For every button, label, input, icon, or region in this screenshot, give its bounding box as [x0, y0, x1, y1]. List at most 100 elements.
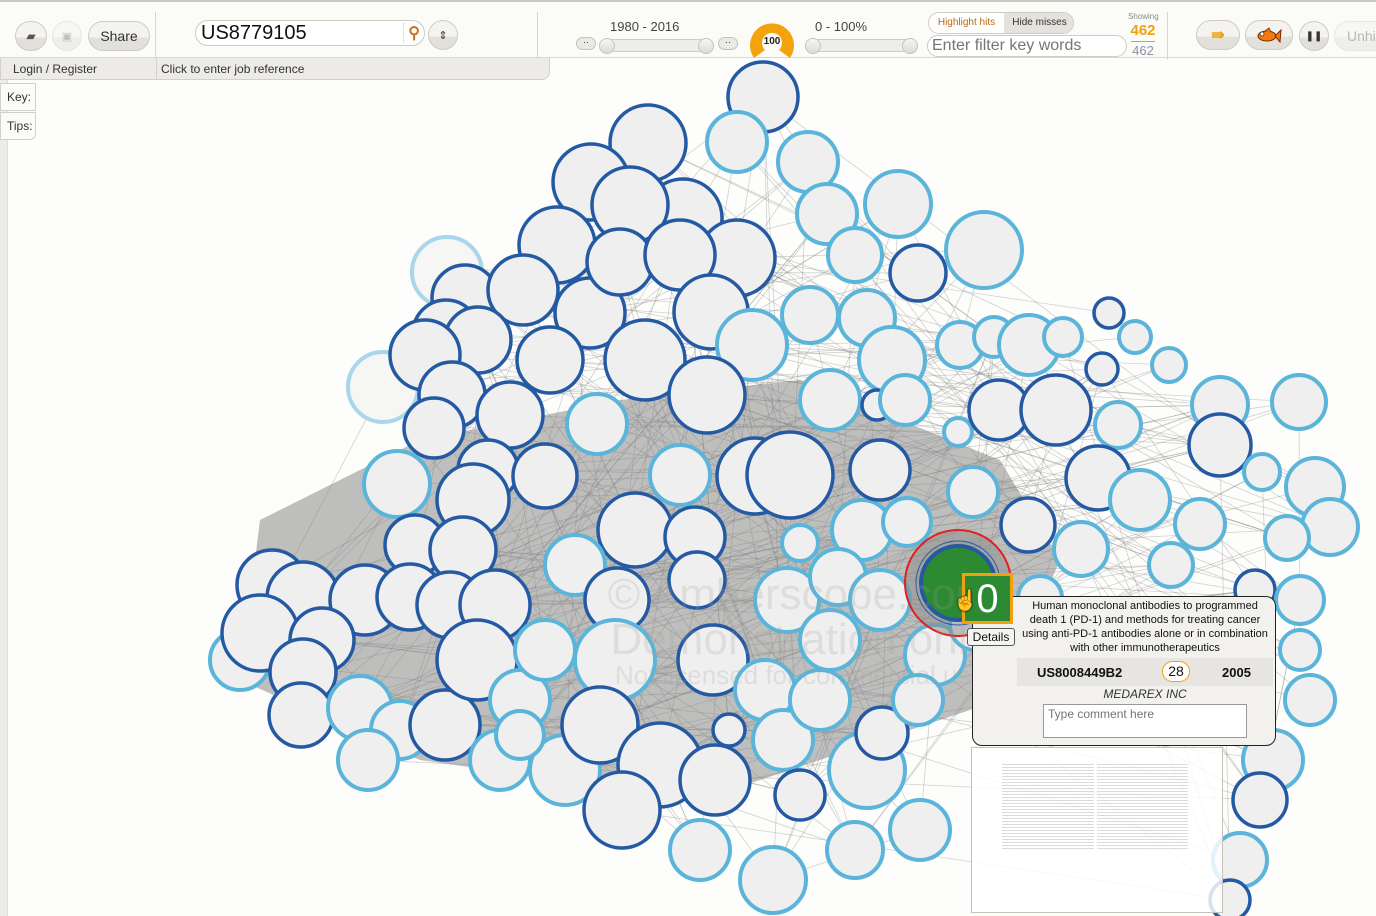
relevance-max-handle[interactable] [902, 38, 918, 54]
patent-node[interactable] [705, 110, 769, 174]
patent-node[interactable] [788, 668, 852, 732]
patent-node[interactable] [891, 673, 945, 727]
date-step-right-button[interactable]: ·· [718, 37, 738, 50]
patent-node[interactable] [1093, 400, 1143, 450]
date-step-left-button[interactable]: ·· [576, 37, 596, 50]
filter-mode-toggle: Highlight hits Hide misses [928, 12, 1074, 34]
patent-node[interactable] [1042, 316, 1084, 358]
patent-node[interactable] [1084, 351, 1120, 387]
tips-tab[interactable]: Tips: [0, 112, 36, 140]
patent-node[interactable] [848, 568, 912, 632]
patent-node[interactable] [944, 210, 1024, 290]
patent-node[interactable] [402, 396, 466, 460]
patent-node[interactable] [667, 355, 747, 435]
patent-node[interactable] [582, 770, 662, 850]
patent-node[interactable] [863, 169, 933, 239]
patent-node[interactable] [888, 243, 948, 303]
patent-node[interactable] [1263, 514, 1311, 562]
patent-node[interactable] [1092, 296, 1126, 330]
patent-node[interactable] [825, 820, 885, 880]
patent-node[interactable] [798, 608, 862, 672]
relevance-min-handle[interactable] [805, 38, 821, 54]
patent-node[interactable] [515, 325, 585, 395]
patent-node[interactable] [678, 743, 752, 817]
date-range-slider[interactable] [601, 39, 713, 52]
import-button[interactable]: ⇛ [1196, 20, 1240, 50]
patent-node[interactable] [1231, 771, 1289, 829]
key-tab[interactable]: Key: [0, 83, 36, 111]
patent-node[interactable] [881, 496, 933, 548]
relevance-slider[interactable] [808, 39, 916, 52]
patent-node[interactable] [1300, 497, 1360, 557]
pause-button[interactable]: ❚❚ [1299, 21, 1329, 51]
details-button[interactable]: Details [967, 628, 1015, 646]
save-button[interactable]: ▣ [52, 21, 82, 51]
patent-node[interactable] [1173, 497, 1227, 551]
patent-node[interactable] [1270, 373, 1328, 431]
patent-node[interactable] [711, 712, 747, 748]
highlight-hits-option[interactable]: Highlight hits [929, 13, 1004, 33]
document-preview-thumbnail[interactable] [971, 747, 1223, 913]
patent-node[interactable] [946, 465, 1000, 519]
patent-node[interactable] [745, 430, 835, 520]
patent-node[interactable] [780, 285, 840, 345]
folder-open-icon: ▰ [26, 29, 36, 43]
patent-node[interactable] [475, 380, 545, 450]
patent-node[interactable] [667, 550, 727, 610]
patent-node[interactable] [565, 392, 629, 456]
login-register-link[interactable]: Login / Register [13, 62, 97, 76]
patent-node[interactable] [596, 491, 674, 569]
open-button[interactable]: ▰ [15, 21, 47, 51]
patent-title: Human monoclonal antibodies to programme… [1022, 600, 1268, 654]
patent-node[interactable] [1283, 673, 1337, 727]
patent-node[interactable] [1117, 319, 1153, 355]
comment-input[interactable] [1043, 704, 1247, 738]
patent-node[interactable] [773, 768, 827, 822]
search-icon[interactable]: ⚲ [403, 23, 420, 43]
patent-node[interactable] [780, 523, 820, 563]
patent-node[interactable] [336, 728, 400, 792]
patent-node[interactable] [1150, 346, 1188, 384]
count-divider [1131, 41, 1155, 42]
date-range-min-handle[interactable] [599, 38, 615, 54]
patent-node[interactable] [848, 438, 912, 502]
job-reference-field[interactable]: Click to enter job reference [161, 62, 304, 76]
share-button[interactable]: Share [88, 21, 150, 51]
unhide-button[interactable]: Unhide [1334, 21, 1376, 51]
patent-node[interactable] [999, 496, 1057, 554]
patent-node[interactable] [888, 798, 952, 862]
hide-misses-option[interactable]: Hide misses [1004, 13, 1073, 33]
toolbar-divider [155, 12, 156, 60]
patent-node[interactable] [362, 449, 432, 519]
patent-node[interactable] [511, 442, 579, 510]
patent-node[interactable] [668, 818, 732, 882]
patent-search-input[interactable] [196, 21, 397, 45]
search-options-toggle[interactable]: ⇕ [428, 20, 458, 50]
patent-node[interactable] [1278, 628, 1322, 672]
patent-node[interactable] [942, 416, 974, 448]
patent-node[interactable] [1019, 373, 1093, 447]
citation-count-badge: 28 [1162, 661, 1190, 682]
patent-node[interactable] [648, 443, 712, 507]
patent-node[interactable] [1147, 541, 1195, 589]
patent-node[interactable] [267, 681, 335, 749]
goldfish-button[interactable] [1245, 20, 1293, 50]
patent-node[interactable] [1108, 468, 1172, 532]
patent-node[interactable] [1187, 412, 1253, 478]
patent-node[interactable] [826, 226, 884, 284]
patent-node[interactable] [878, 373, 932, 427]
patent-node[interactable] [494, 709, 546, 761]
patent-number[interactable]: US8008449B2 [1037, 665, 1122, 680]
patent-node[interactable] [798, 368, 862, 432]
patent-search-box: ⚲ [195, 20, 425, 46]
patent-node[interactable] [513, 618, 577, 682]
patent-node[interactable] [1242, 452, 1282, 492]
patent-node[interactable] [738, 845, 808, 915]
filter-keywords-input[interactable] [928, 36, 1122, 55]
patent-node[interactable] [585, 227, 655, 297]
patent-node[interactable] [1274, 574, 1326, 626]
gauge-value: 100 [763, 36, 781, 47]
patent-node[interactable] [1052, 520, 1110, 578]
date-range-max-handle[interactable] [698, 38, 714, 54]
toolbar-divider [537, 12, 538, 60]
